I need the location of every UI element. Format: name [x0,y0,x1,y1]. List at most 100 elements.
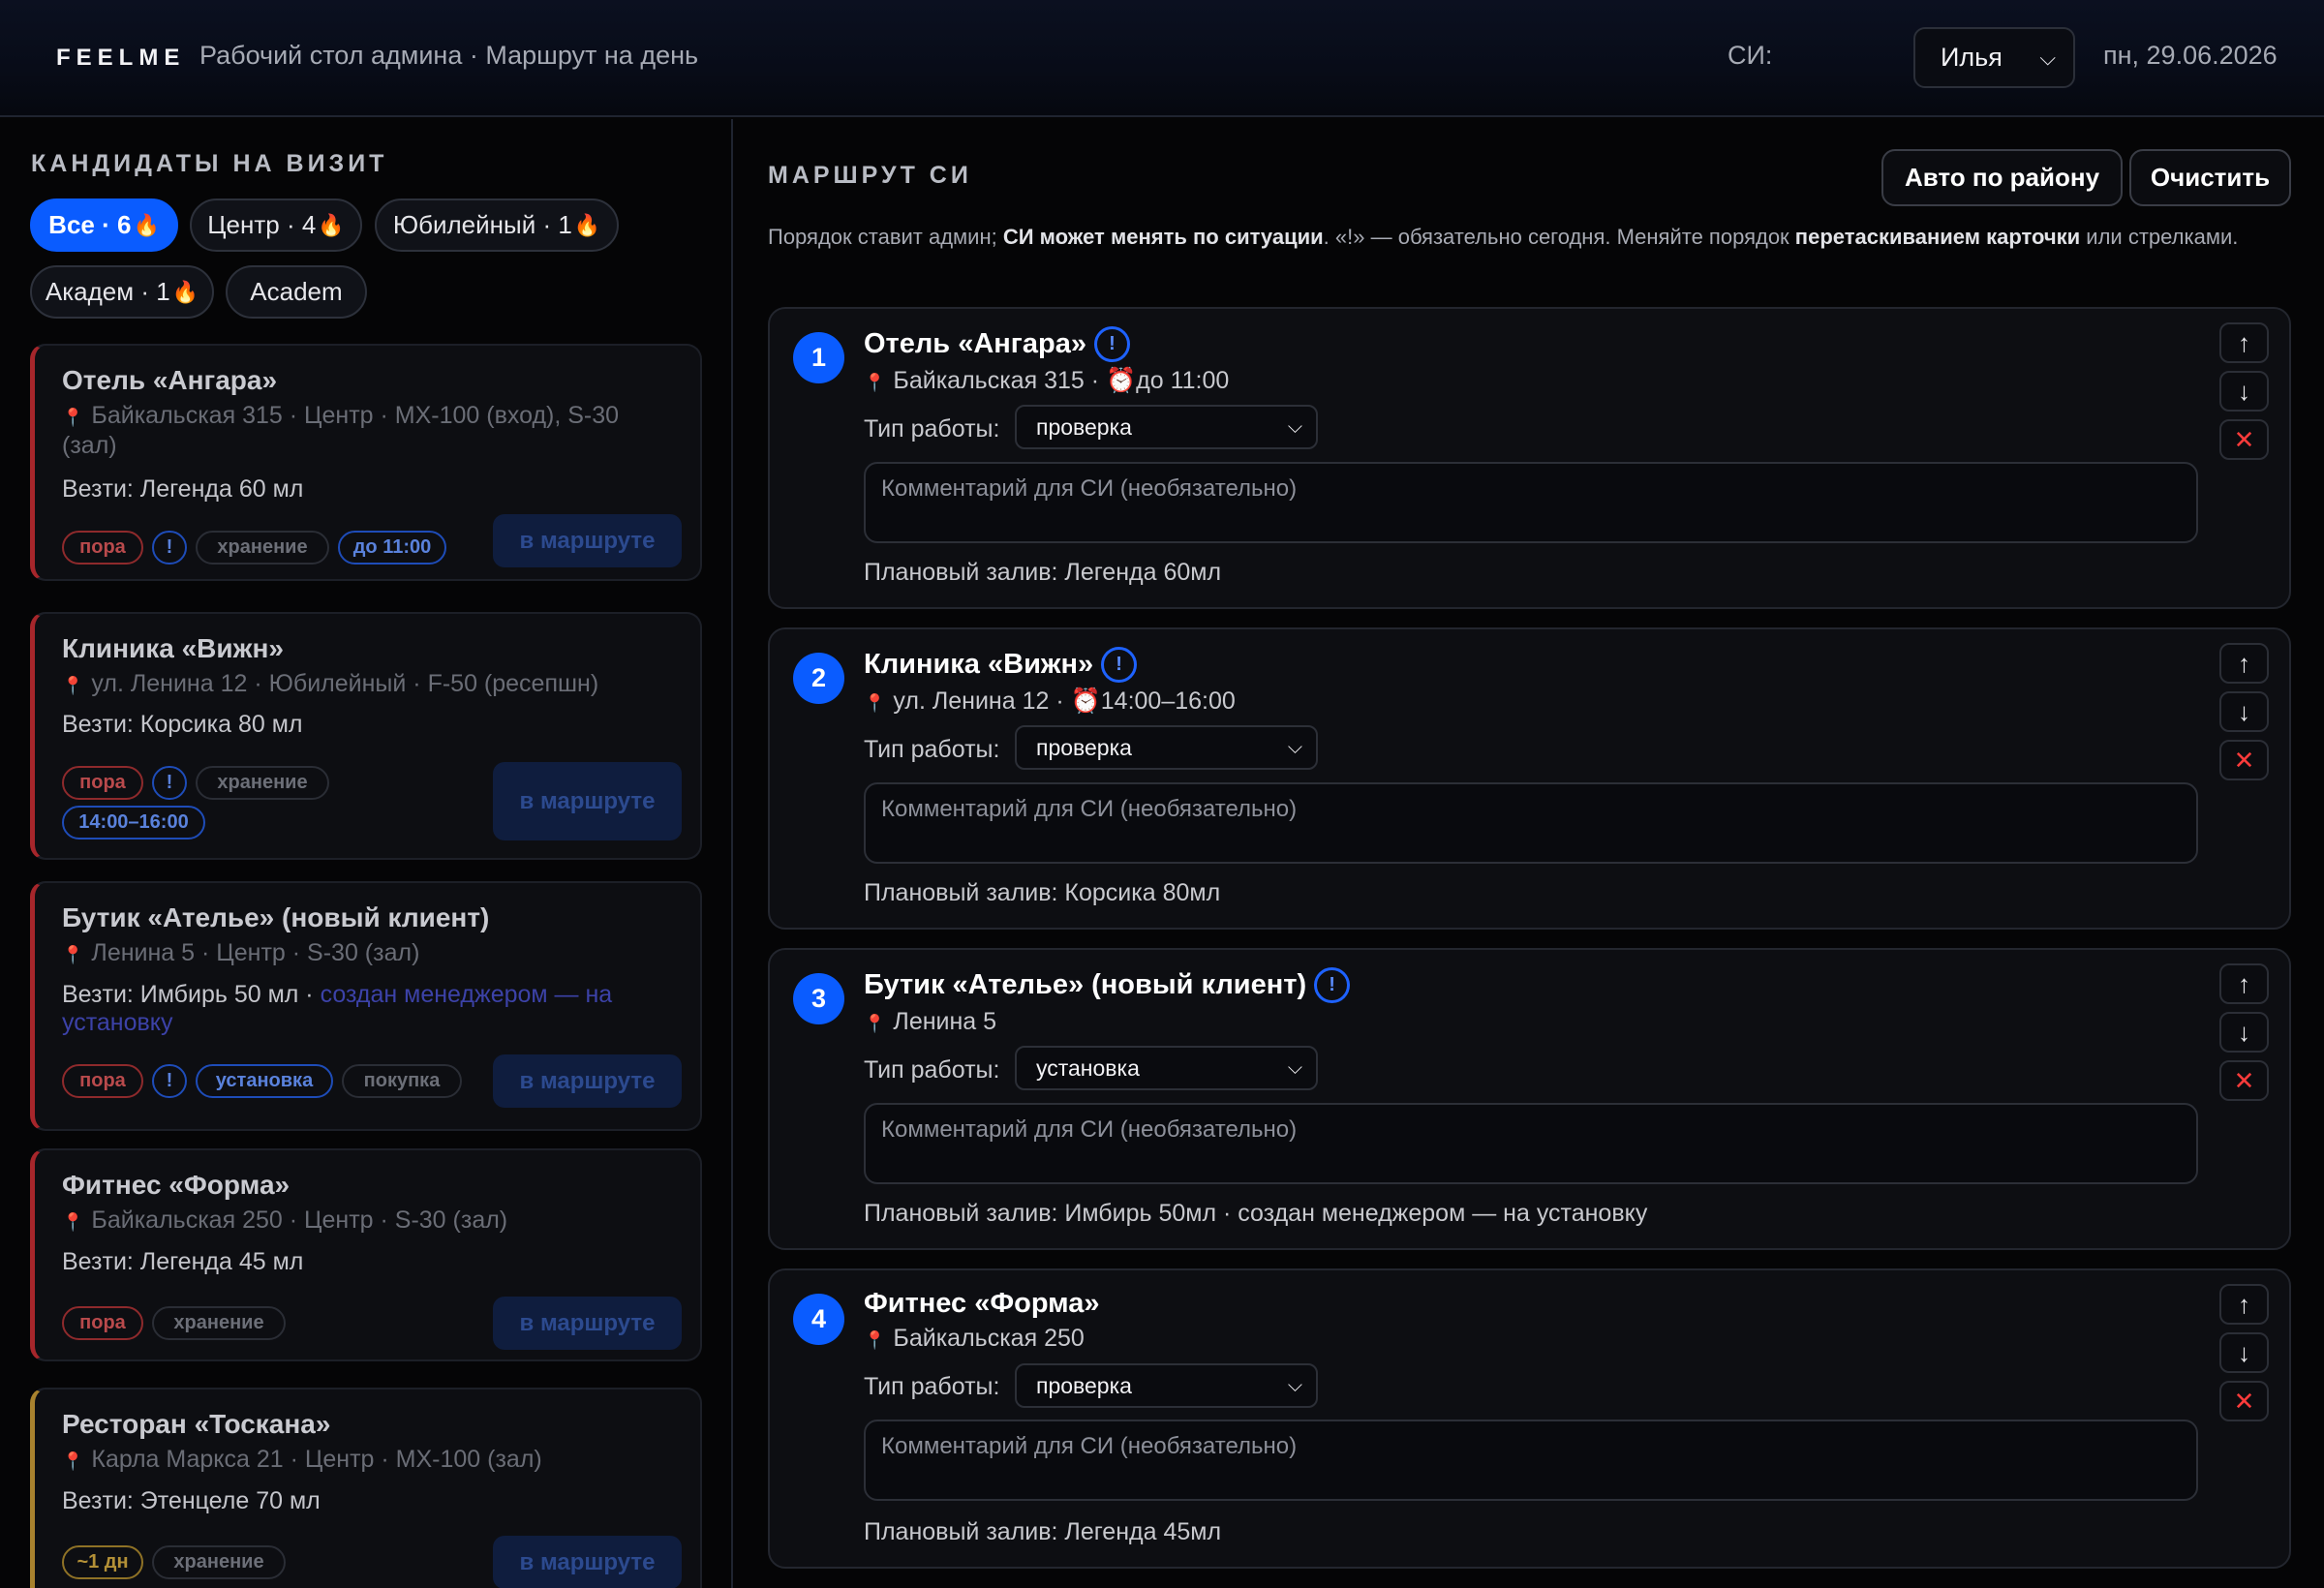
candidate-address-text: Карла Маркса 21 · Центр · MX-100 (зал) [91,1446,542,1473]
arrow-down-icon: ↓ [2238,696,2250,726]
work-type-select[interactable]: проверка ⌵ [1015,725,1318,770]
filter-chip-label: Центр · 4 [207,210,317,239]
stop-number: 2 [793,653,844,704]
planned-fill: Плановый залив: Легенда 60мл [864,559,1222,586]
route-hint: Порядок ставит админ; СИ может менять по… [768,221,2278,253]
route-stop-card[interactable]: 2 Клиника «Вижн»! 📍 ул. Ленина 12 · ⏰14:0… [768,627,2291,930]
filter-chip-akadem[interactable]: Академ · 1 🔥 [30,265,214,319]
work-type-select[interactable]: проверка ⌵ [1015,405,1318,449]
tag-required: ! [152,766,187,800]
candidate-card[interactable]: Бутик «Ателье» (новый клиент) 📍 Ленина 5 … [30,881,702,1131]
pin-icon: 📍 [864,373,886,392]
close-icon: ✕ [2233,424,2255,454]
required-icon: ! [1101,647,1138,683]
stop-title: Отель «Ангара»! [864,326,1130,362]
candidate-card[interactable]: Отель «Ангара» 📍 Байкальская 315 · Центр … [30,344,702,581]
stop-address: 📍 Ленина 5 [864,1008,996,1036]
move-up-button[interactable]: ↑ [2219,322,2269,363]
comment-field[interactable]: Комментарий для СИ (необязательно) [864,1420,2198,1501]
in-route-button[interactable]: в маршруте [493,762,682,840]
in-route-button[interactable]: в маршруте [493,1297,682,1350]
work-type-select[interactable]: установка ⌵ [1015,1046,1318,1090]
stop-time: 14:00–16:00 [1100,687,1236,715]
stop-address: 📍 ул. Ленина 12 · ⏰14:00–16:00 [864,687,1236,716]
in-route-button[interactable]: в маршруте [493,1054,682,1108]
stop-name: Бутик «Ателье» (новый клиент) [864,969,1307,1000]
planned-fill: Плановый залив: Имбирь 50мл · создан мен… [864,1200,1648,1227]
candidate-address-text: Байкальская 315 · Центр · MX-100 (вход),… [62,402,620,459]
hint-part: Порядок ставит админ; [768,225,1003,249]
comment-field[interactable]: Комментарий для СИ (необязательно) [864,462,2198,543]
current-date: пн, 29.06.2026 [2103,41,2278,70]
tag-required: ! [152,1064,187,1098]
work-type-select[interactable]: проверка ⌵ [1015,1363,1318,1408]
candidates-title: КАНДИДАТЫ НА ВИЗИТ [31,150,388,177]
alarm-clock-icon: ⏰ [1106,367,1137,394]
move-up-button[interactable]: ↑ [2219,643,2269,684]
candidate-bring-text: Везти: Имбирь 50 мл · [62,981,321,1008]
comment-field[interactable]: Комментарий для СИ (необязательно) [864,1103,2198,1184]
in-route-button[interactable]: в маршруте [493,514,682,567]
pin-icon: 📍 [864,1014,886,1033]
candidate-card[interactable]: Ресторан «Тоскана» 📍 Карла Маркса 21 · Це… [30,1388,702,1588]
filter-chip-jubilee[interactable]: Юбилейный · 1 🔥 [375,198,619,252]
remove-button[interactable]: ✕ [2219,419,2269,460]
arrow-up-icon: ↑ [2238,327,2250,357]
hint-part: . «!» — обязательно сегодня. Меняйте пор… [1323,225,1795,249]
work-type-value: проверка [1036,413,1132,440]
route-stop-card[interactable]: 1 Отель «Ангара»! 📍 Байкальская 315 · ⏰до… [768,307,2291,609]
hint-bold: СИ может менять по ситуации [1002,225,1324,249]
in-route-button[interactable]: в маршруте [493,1536,682,1588]
route-stop-card[interactable]: 4 Фитнес «Форма» 📍 Байкальская 250 Тип ра… [768,1268,2291,1569]
remove-button[interactable]: ✕ [2219,1381,2269,1421]
move-down-button[interactable]: ↓ [2219,371,2269,412]
pin-icon: 📍 [864,1330,886,1350]
stop-name: Отель «Ангара» [864,328,1086,359]
stop-number: 3 [793,973,844,1024]
remove-button[interactable]: ✕ [2219,740,2269,780]
tag-due: пора [62,531,143,565]
stop-number: 4 [793,1294,844,1345]
arrow-up-icon: ↑ [2238,648,2250,678]
candidate-bring: Везти: Легенда 60 мл [62,475,304,503]
candidate-name: Ресторан «Тоскана» [62,1409,331,1439]
candidate-card[interactable]: Фитнес «Форма» 📍 Байкальская 250 · Центр … [30,1148,702,1361]
pin-icon: 📍 [62,676,84,695]
work-type-label: Тип работы: [864,736,1000,763]
candidate-card[interactable]: Клиника «Вижн» 📍 ул. Ленина 12 · Юбилейны… [30,612,702,860]
stop-time: до 11:00 [1136,367,1230,394]
candidate-address: 📍 Байкальская 315 · Центр · MX-100 (вход)… [62,402,672,460]
move-down-button[interactable]: ↓ [2219,1012,2269,1053]
stop-title: Фитнес «Форма» [864,1288,1099,1320]
alarm-clock-icon: ⏰ [1070,687,1101,715]
tag-due: пора [62,766,143,800]
close-icon: ✕ [2233,1065,2255,1095]
route-stop-card[interactable]: 3 Бутик «Ателье» (новый клиент)! 📍 Ленина… [768,948,2291,1250]
tag-overdue: ~1 дн [62,1545,143,1579]
chevron-down-icon: ⌵ [1287,1374,1302,1396]
comment-field[interactable]: Комментарий для СИ (необязательно) [864,782,2198,864]
pin-icon: 📍 [62,1212,84,1232]
remove-button[interactable]: ✕ [2219,1060,2269,1101]
tag-storage: хранение [196,531,329,565]
candidate-bring: Везти: Легенда 45 мл [62,1248,304,1275]
filter-chip-center[interactable]: Центр · 4 🔥 [190,198,362,252]
tag-purchase: покупка [342,1064,462,1098]
arrow-up-icon: ↑ [2238,968,2250,998]
candidate-address-text: Байкальская 250 · Центр · S-30 (зал) [91,1206,508,1234]
tag-storage: хранение [152,1545,286,1579]
move-down-button[interactable]: ↓ [2219,691,2269,732]
auto-by-district-button[interactable]: Авто по району [1881,149,2123,206]
candidate-address: 📍 Байкальская 250 · Центр · S-30 (зал) [62,1206,672,1237]
filter-chip-label: Академ · 1 [45,277,170,306]
arrow-down-icon: ↓ [2238,1017,2250,1047]
filter-chip-all[interactable]: Все · 6 🔥 [30,198,178,252]
tag-required: ! [152,531,187,565]
filter-chip-academ[interactable]: Academ [226,265,367,319]
move-up-button[interactable]: ↑ [2219,963,2269,1004]
clear-button[interactable]: Очистить [2129,149,2291,206]
move-down-button[interactable]: ↓ [2219,1332,2269,1373]
si-select[interactable]: Илья ⌵ [1913,27,2075,88]
logo: FEELME [56,45,186,71]
move-up-button[interactable]: ↑ [2219,1284,2269,1325]
